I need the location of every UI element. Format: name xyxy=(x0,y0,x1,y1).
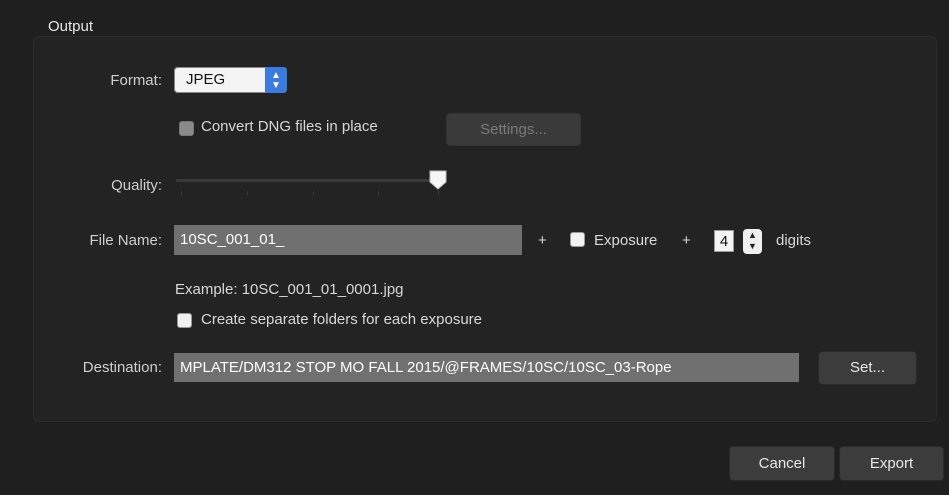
plus-sign: + xyxy=(682,232,691,249)
quality-tick xyxy=(181,191,182,195)
digits-stepper[interactable]: ▲ ▼ xyxy=(743,229,762,254)
quality-tick xyxy=(378,191,379,195)
convert-dng-checkbox[interactable] xyxy=(179,121,194,136)
chevron-down-icon[interactable]: ▼ xyxy=(743,241,762,252)
quality-tick xyxy=(438,191,439,195)
convert-dng-label: Convert DNG files in place xyxy=(201,118,378,135)
file-name-label: File Name: xyxy=(89,232,162,249)
quality-tick xyxy=(247,191,248,195)
digits-label: digits xyxy=(776,232,812,249)
quality-tick xyxy=(313,191,314,195)
plus-sign: + xyxy=(538,232,547,249)
example-text: Example: 10SC_001_01_0001.jpg xyxy=(175,281,404,298)
digits-field[interactable]: 4 xyxy=(714,230,734,252)
quality-label: Quality: xyxy=(111,177,162,194)
quality-slider-track[interactable] xyxy=(176,179,438,182)
settings-button[interactable]: Settings... xyxy=(446,113,581,146)
chevron-up-icon[interactable]: ▲ xyxy=(743,229,762,241)
cancel-button[interactable]: Cancel xyxy=(729,446,835,481)
separate-folders-label: Create separate folders for each exposur… xyxy=(201,311,482,328)
output-group-title: Output xyxy=(48,18,94,35)
format-value: JPEG xyxy=(186,71,226,88)
exposure-checkbox[interactable] xyxy=(570,232,585,247)
format-label: Format: xyxy=(110,72,162,89)
chevron-up-down-icon: ▲ ▼ xyxy=(265,67,287,93)
set-destination-button[interactable]: Set... xyxy=(818,351,917,385)
destination-field[interactable]: MPLATE/DM312 STOP MO FALL 2015/@FRAMES/1… xyxy=(174,353,799,382)
destination-label: Destination: xyxy=(82,359,162,376)
export-button[interactable]: Export xyxy=(839,446,944,481)
format-popup[interactable]: JPEG ▲ ▼ xyxy=(174,67,287,93)
quality-slider-knob[interactable] xyxy=(428,170,448,190)
file-name-field[interactable]: 10SC_001_01_ xyxy=(174,225,522,255)
separate-folders-checkbox[interactable] xyxy=(177,313,192,328)
exposure-label: Exposure xyxy=(594,232,658,249)
